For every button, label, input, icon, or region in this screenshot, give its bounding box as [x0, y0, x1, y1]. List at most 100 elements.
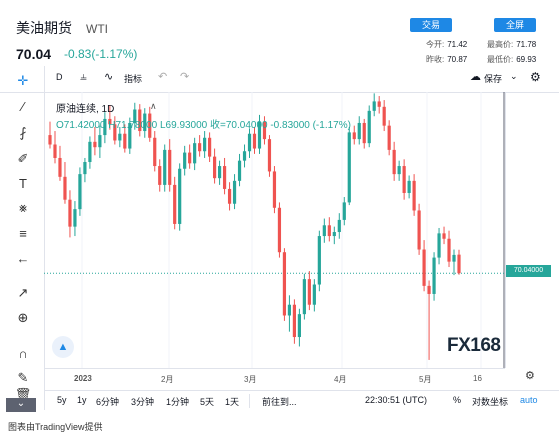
candle: [452, 249, 456, 276]
undo-icon[interactable]: ↶: [158, 70, 167, 83]
candle: [217, 160, 222, 185]
candle-body: [183, 152, 187, 169]
candle: [287, 295, 292, 332]
candle: [377, 96, 381, 114]
candle-body: [347, 132, 351, 203]
candle-body: [392, 149, 396, 175]
range-5d[interactable]: 5天: [200, 395, 214, 408]
redo-icon[interactable]: ↷: [180, 70, 189, 83]
time-tick-label: 3月: [244, 375, 257, 384]
candle-body: [118, 133, 122, 141]
fib-tool-icon[interactable]: ⨏: [14, 124, 32, 142]
candle-body: [58, 157, 62, 177]
candle-body: [277, 207, 282, 253]
candle-body: [302, 279, 306, 315]
candle-body: [457, 254, 461, 274]
page-title: 美油期货 WTI: [16, 18, 108, 38]
percent-toggle[interactable]: %: [453, 395, 461, 405]
candle: [242, 144, 247, 168]
magnet-icon[interactable]: ∩: [14, 345, 32, 363]
pattern-tool-icon[interactable]: ⨳: [14, 199, 32, 217]
cloud-icon[interactable]: ☁: [470, 70, 481, 83]
time-tick-label: 16: [473, 374, 482, 383]
candle: [457, 249, 461, 275]
stat-open-value: 71.42: [447, 40, 468, 49]
candle: [208, 132, 212, 163]
auto-scale-toggle[interactable]: auto: [520, 395, 538, 405]
candle: [322, 218, 326, 243]
lock-draw-icon[interactable]: ✎: [14, 369, 32, 387]
arrow-back-icon[interactable]: ←: [14, 250, 32, 268]
log-scale-toggle[interactable]: 对数坐标: [472, 395, 508, 408]
settings-gear-icon[interactable]: ⚙: [530, 70, 541, 84]
candle: [412, 174, 416, 216]
candle: [402, 159, 406, 200]
stat-open: 今开: 71.42: [426, 39, 467, 50]
candle-body: [203, 137, 207, 152]
candle-body: [412, 180, 416, 211]
crosshair-icon[interactable]: ✛: [14, 72, 32, 90]
goto-date-button[interactable]: 前往到...: [262, 395, 297, 408]
interval-selector[interactable]: D: [56, 72, 63, 82]
candle: [327, 217, 331, 242]
candle-body: [427, 285, 431, 294]
brush-icon[interactable]: ✐: [14, 150, 32, 168]
collapse-toolbar-icon[interactable]: ⌄: [6, 398, 36, 412]
candle-body: [227, 188, 232, 204]
candle: [188, 144, 192, 169]
candle-body: [242, 151, 247, 161]
candle: [173, 176, 177, 230]
indicators-button[interactable]: 指标: [124, 72, 142, 85]
price-change: -0.83(-1.17%): [64, 47, 138, 61]
candle: [282, 248, 287, 321]
range-3m[interactable]: 3分钟: [131, 395, 154, 408]
clock-display[interactable]: 22:30:51 (UTC): [365, 395, 427, 405]
range-1d[interactable]: 1天: [225, 395, 239, 408]
price-axis[interactable]: [505, 92, 559, 368]
candle-body: [272, 171, 277, 208]
candle: [392, 141, 396, 181]
legend-collapse-icon[interactable]: ∧: [150, 101, 157, 112]
candle-body: [297, 314, 301, 338]
candle-body: [267, 139, 272, 172]
last-price: 70.04: [16, 46, 52, 62]
candle-body: [292, 304, 297, 338]
range-1y[interactable]: 1y: [77, 395, 87, 405]
time-axis[interactable]: 2023 2月 3月 4月 5月 16: [44, 368, 505, 389]
chevron-down-icon[interactable]: ⌄: [510, 71, 518, 82]
forecast-tool-icon[interactable]: ≡: [14, 225, 32, 243]
range-1m[interactable]: 1分钟: [166, 395, 189, 408]
text-tool-icon[interactable]: T: [14, 175, 32, 193]
candle: [372, 93, 376, 117]
candlestick-plot[interactable]: [44, 92, 505, 368]
candle-body: [342, 202, 346, 220]
indicators-icon[interactable]: ∿: [104, 70, 113, 83]
time-axis-settings-icon[interactable]: ⚙: [525, 369, 535, 382]
candle-body: [73, 209, 77, 227]
save-button[interactable]: 保存: [484, 72, 502, 85]
candle: [237, 153, 242, 187]
ruler-icon[interactable]: ↗: [14, 284, 32, 302]
candle-body: [83, 162, 87, 175]
candle: [272, 166, 277, 214]
time-tick-label: 5月: [419, 375, 432, 384]
stat-prev-close-label: 昨收:: [426, 55, 445, 64]
range-6m[interactable]: 6分钟: [96, 395, 119, 408]
candle: [407, 175, 411, 199]
fullscreen-button[interactable]: 全屏: [494, 18, 536, 32]
trade-button[interactable]: 交易: [410, 18, 452, 32]
candle-body: [452, 254, 456, 262]
candle-type-icon[interactable]: ⫨: [80, 69, 87, 84]
candle-body: [232, 180, 237, 204]
stat-high-label: 最高价:: [487, 40, 514, 49]
candle-body: [198, 143, 202, 152]
trend-line-icon[interactable]: ∕: [14, 98, 32, 116]
range-5y[interactable]: 5y: [57, 395, 67, 405]
candle-body: [372, 101, 376, 111]
zoom-in-icon[interactable]: ⊕: [14, 309, 32, 327]
candle: [48, 121, 52, 149]
candle: [432, 252, 436, 301]
candle-body: [188, 152, 192, 164]
stat-open-label: 今开:: [426, 40, 445, 49]
candle: [68, 190, 72, 238]
